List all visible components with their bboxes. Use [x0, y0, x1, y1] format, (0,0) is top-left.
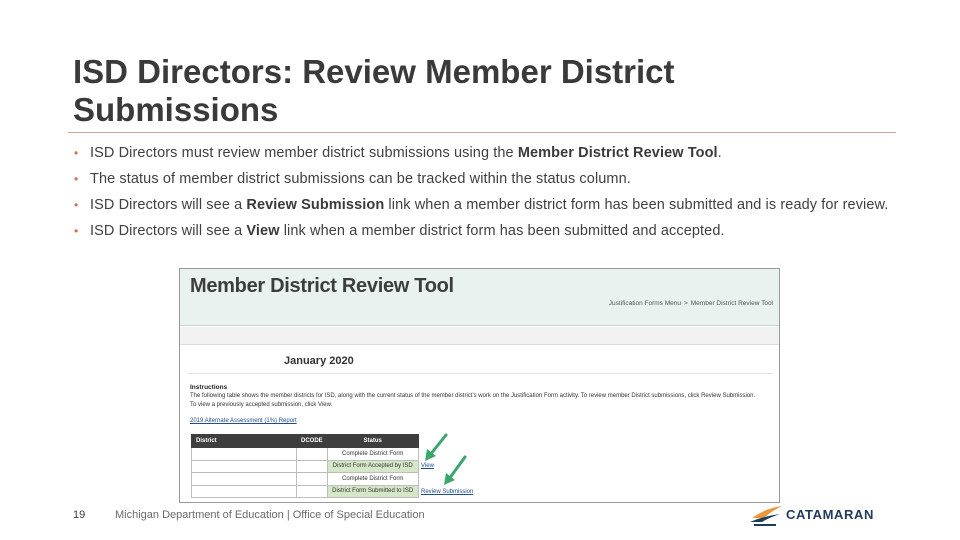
bullet-review-tool: ISD Directors must review member distric…	[72, 145, 902, 161]
bullet-status-column: The status of member district submission…	[72, 171, 902, 187]
month-heading: January 2020	[284, 355, 354, 367]
bullet-view-link: ISD Directors will see a View link when …	[72, 223, 902, 239]
table-row: District Form Submitted to ISD	[191, 484, 419, 498]
status-cell: Complete District Form	[326, 447, 419, 461]
district-cell	[191, 484, 297, 498]
table-row: Complete District Form	[191, 447, 419, 461]
green-pointer-arrow-icon	[444, 455, 467, 485]
bullet-review-submission: ISD Directors will see a Review Submissi…	[72, 197, 902, 213]
review-submission-link[interactable]: Review Submission	[421, 489, 473, 495]
catamaran-logo: CATAMARAN	[750, 503, 900, 527]
dcode-cell	[296, 447, 328, 461]
district-cell	[191, 459, 297, 473]
breadcrumb-item-forms-menu[interactable]: Justification Forms Menu	[609, 300, 681, 307]
sailboat-logo-icon	[750, 506, 782, 526]
report-link[interactable]: 2019 Alternate Assessment (1%) Report	[190, 418, 297, 424]
slide-title-line2: Submissions	[73, 91, 279, 128]
bullet-list: ISD Directors must review member distric…	[72, 145, 902, 239]
tool-title: Member District Review Tool	[190, 275, 454, 297]
table-row: District Form Accepted by ISD	[191, 459, 419, 473]
breadcrumb-separator: >	[683, 300, 688, 307]
status-cell: Complete District Form	[326, 472, 419, 486]
page-number: 19	[73, 509, 86, 521]
district-cell	[191, 447, 297, 461]
review-tool-screenshot: Member District Review Tool Justificatio…	[179, 268, 780, 503]
slide-title-line1: ISD Directors: Review Member District	[73, 53, 675, 90]
member-district-table: District DCODE Status Complete District …	[191, 434, 419, 498]
section-divider	[188, 373, 773, 374]
status-cell: District Form Accepted by ISD	[326, 459, 419, 473]
title-divider	[68, 132, 896, 133]
footer-organization: Michigan Department of Education | Offic…	[115, 509, 425, 521]
table-header-row: District DCODE Status	[191, 434, 419, 448]
column-header-dcode: DCODE	[296, 434, 328, 448]
logo-text: CATAMARAN	[786, 507, 874, 522]
column-header-district: District	[191, 434, 297, 448]
dcode-cell	[296, 472, 328, 486]
tool-header: Member District Review Tool Justificatio…	[180, 269, 779, 326]
column-header-status: Status	[326, 434, 419, 448]
dcode-cell	[296, 484, 328, 498]
table-row: Complete District Form	[191, 472, 419, 486]
instructions-heading: Instructions	[190, 384, 228, 391]
breadcrumb: Justification Forms Menu > Member District…	[609, 300, 773, 307]
instructions-text: The following table shows the member dis…	[190, 393, 756, 408]
breadcrumb-item-review-tool: Member District Review Tool	[690, 300, 773, 307]
status-cell: District Form Submitted to ISD	[326, 484, 419, 498]
dcode-cell	[296, 459, 328, 473]
district-cell	[191, 472, 297, 486]
tool-toolbar	[180, 327, 779, 345]
view-link[interactable]: View	[421, 463, 434, 469]
slide-title: ISD Directors: Review Member District Su…	[73, 53, 893, 129]
